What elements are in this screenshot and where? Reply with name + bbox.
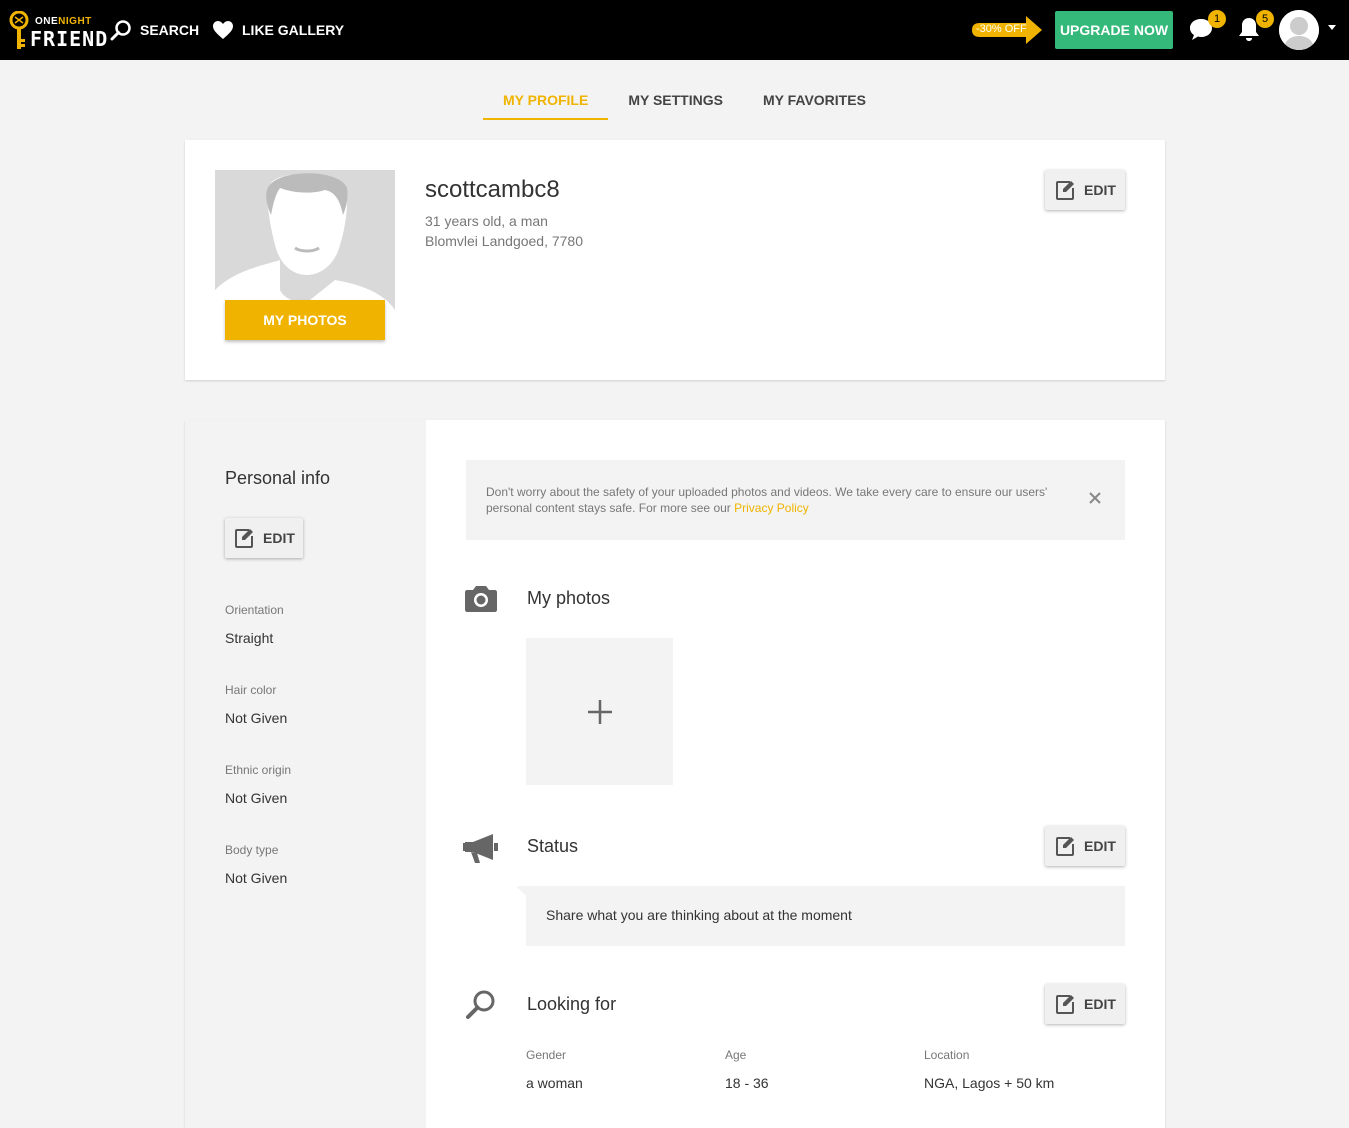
ethnic-origin-value: Not Given: [225, 790, 288, 806]
nav-search-link[interactable]: SEARCH: [110, 18, 199, 42]
privacy-notice: Don't worry about the safety of your upl…: [466, 460, 1125, 540]
profile-username: scottcambc8: [425, 176, 560, 203]
looking-for-title: Looking for: [527, 994, 617, 1014]
edit-icon: [1056, 181, 1075, 200]
edit-profile-label: EDIT: [1084, 182, 1116, 198]
nav-gallery-label: LIKE GALLERY: [242, 22, 345, 38]
key-logo-icon: [9, 11, 29, 49]
hair-color-value: Not Given: [225, 710, 288, 726]
upgrade-now-button[interactable]: UPGRADE NOW: [1055, 11, 1173, 49]
edit-icon: [1056, 837, 1075, 856]
looking-for-gender-value: a woman: [526, 1075, 583, 1091]
megaphone-icon: [463, 834, 498, 863]
tab-my-favorites[interactable]: MY FAVORITES: [743, 80, 886, 120]
edit-icon: [1056, 995, 1075, 1014]
edit-profile-button[interactable]: EDIT: [1045, 170, 1125, 210]
looking-for-age-value: 18 - 36: [725, 1075, 769, 1091]
looking-for-gender-label: Gender: [526, 1048, 567, 1062]
chevron-down-icon[interactable]: [1328, 25, 1336, 30]
body-type-label: Body type: [225, 843, 279, 857]
avatar-silhouette-icon: [1279, 10, 1319, 50]
profile-tabs: MY PROFILE MY SETTINGS MY FAVORITES: [483, 80, 886, 120]
profile-age-gender: 31 years old, a man: [425, 213, 548, 229]
logo-text-top: ONENIGHT: [35, 16, 92, 27]
edit-personal-info-button[interactable]: EDIT: [225, 518, 303, 558]
tab-my-profile[interactable]: MY PROFILE: [483, 80, 609, 120]
logo-text-bottom: FRIEND: [30, 27, 109, 51]
orientation-value: Straight: [225, 630, 274, 646]
looking-for-location-label: Location: [924, 1048, 970, 1062]
heart-icon: [213, 21, 233, 39]
notifications-button[interactable]: 5: [1236, 10, 1274, 44]
looking-for-age-label: Age: [725, 1048, 747, 1062]
status-placeholder: Share what you are thinking about at the…: [546, 907, 852, 923]
status-title: Status: [527, 836, 579, 856]
profile-location: Blomvlei Landgoed, 7780: [425, 233, 584, 249]
profile-photo[interactable]: MY PHOTOS: [215, 170, 395, 350]
messages-count-badge: 1: [1208, 10, 1226, 28]
top-navigation-bar: ONENIGHT FRIEND SEARCH LIKE GALLERY -30%…: [0, 0, 1349, 60]
search-icon: [466, 990, 495, 1019]
edit-looking-for-button[interactable]: EDIT: [1045, 984, 1125, 1024]
my-photos-title: My photos: [527, 588, 611, 608]
privacy-policy-link[interactable]: Privacy Policy: [734, 501, 809, 515]
notifications-count-badge: 5: [1256, 10, 1274, 28]
user-avatar-menu[interactable]: [1279, 10, 1319, 50]
messages-button[interactable]: 1: [1188, 10, 1226, 44]
edit-personal-info-label: EDIT: [263, 530, 295, 546]
discount-arrow-badge[interactable]: -30% OFF: [970, 14, 1044, 46]
edit-icon: [235, 529, 254, 548]
site-logo[interactable]: ONENIGHT FRIEND: [8, 9, 107, 53]
add-photo-button[interactable]: [526, 638, 673, 785]
hair-color-label: Hair color: [225, 683, 277, 697]
looking-for-location-value: NGA, Lagos + 50 km: [924, 1075, 1055, 1091]
status-input[interactable]: Share what you are thinking about at the…: [516, 886, 1125, 946]
edit-looking-for-label: EDIT: [1084, 996, 1116, 1012]
privacy-notice-text: Don't worry about the safety of your upl…: [486, 485, 1048, 515]
nav-like-gallery-link[interactable]: LIKE GALLERY: [212, 18, 344, 42]
close-icon[interactable]: [1087, 490, 1103, 506]
personal-info-title: Personal info: [225, 468, 331, 488]
body-type-value: Not Given: [225, 870, 288, 886]
orientation-label: Orientation: [225, 603, 284, 617]
edit-status-label: EDIT: [1084, 838, 1116, 854]
nav-search-label: SEARCH: [140, 22, 200, 38]
profile-summary-card: MY PHOTOS scottcambc8 31 years old, a ma…: [185, 140, 1165, 380]
profile-details-card: Personal info EDIT Orientation Straight …: [185, 420, 1165, 1128]
edit-status-button[interactable]: EDIT: [1045, 826, 1125, 866]
camera-icon: [465, 586, 497, 612]
personal-info-sidebar: Personal info EDIT Orientation Straight …: [185, 420, 426, 1128]
my-photos-button[interactable]: MY PHOTOS: [225, 300, 385, 340]
discount-text: -30% OFF: [976, 23, 1027, 35]
ethnic-origin-label: Ethnic origin: [225, 763, 292, 777]
plus-icon: [587, 699, 612, 724]
search-icon: [110, 20, 131, 41]
tab-my-settings[interactable]: MY SETTINGS: [608, 80, 743, 120]
